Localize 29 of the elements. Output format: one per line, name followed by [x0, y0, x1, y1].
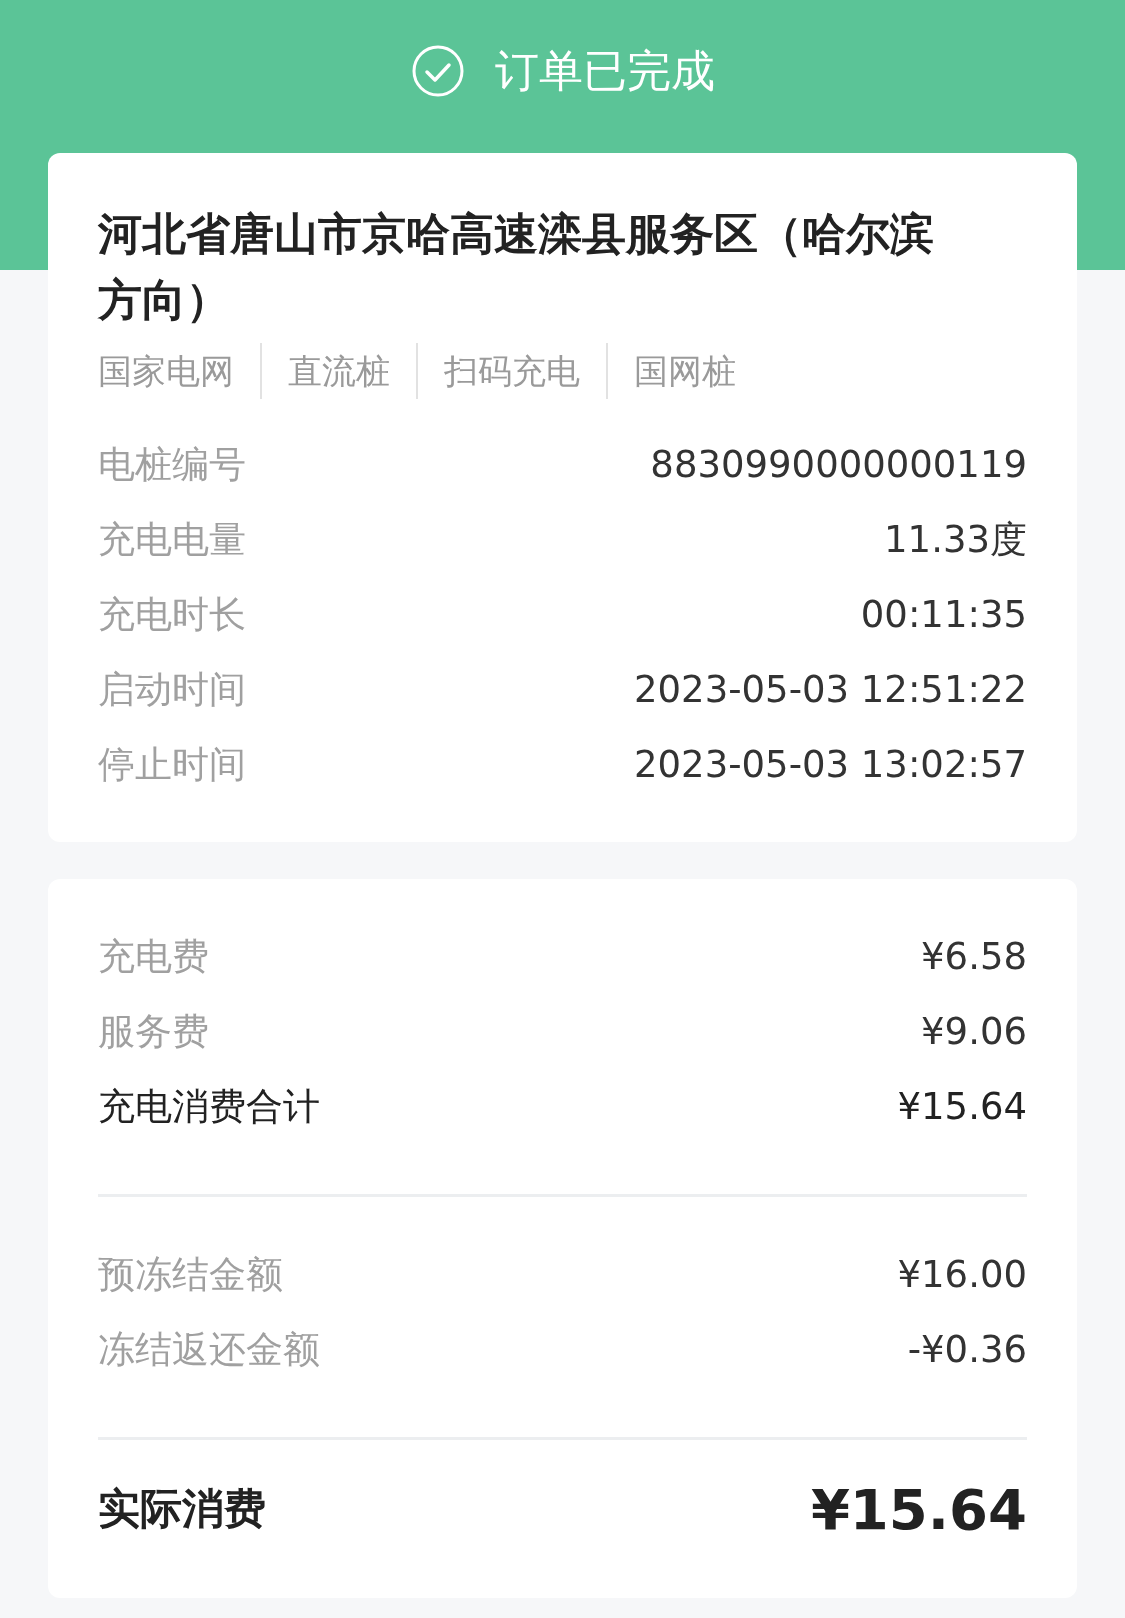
detail-label: 停止时间: [98, 741, 246, 788]
station-name: 河北省唐山市京哈高速滦县服务区（哈尔滨方向）: [98, 207, 935, 327]
fee-label: 服务费: [98, 1008, 209, 1055]
detail-label: 电桩编号: [98, 441, 246, 488]
detail-value: 8830990000000119: [650, 443, 1027, 486]
station-tag: 国家电网: [98, 343, 260, 399]
detail-value: 2023-05-03 13:02:57: [634, 743, 1027, 786]
fee-value: ¥15.64: [897, 1085, 1027, 1128]
detail-value: 11.33度: [884, 516, 1027, 563]
detail-value: 00:11:35: [860, 593, 1027, 636]
fee-label: 充电消费合计: [98, 1083, 320, 1130]
check-circle-icon: [410, 44, 465, 98]
fee-value: -¥0.36: [907, 1328, 1027, 1371]
station-tag: 扫码充电: [416, 343, 606, 399]
detail-value: 2023-05-03 12:51:22: [634, 668, 1027, 711]
fee-label: 冻结返还金额: [98, 1326, 320, 1373]
detail-label: 启动时间: [98, 666, 246, 713]
status-title: 订单已完成: [494, 44, 715, 98]
total-value: ¥15.64: [810, 1476, 1027, 1542]
fee-value: ¥6.58: [921, 935, 1027, 978]
station-tag: 国网桩: [606, 343, 762, 399]
fee-label: 充电费: [98, 933, 209, 980]
fee-value: ¥16.00: [897, 1253, 1027, 1296]
detail-label: 充电电量: [98, 516, 246, 563]
fee-label: 预冻结金额: [98, 1251, 283, 1298]
station-tag: 直流桩: [260, 343, 416, 399]
fee-value: ¥9.06: [921, 1010, 1027, 1053]
detail-label: 充电时长: [98, 591, 246, 638]
total-label: 实际消费: [98, 1483, 266, 1535]
